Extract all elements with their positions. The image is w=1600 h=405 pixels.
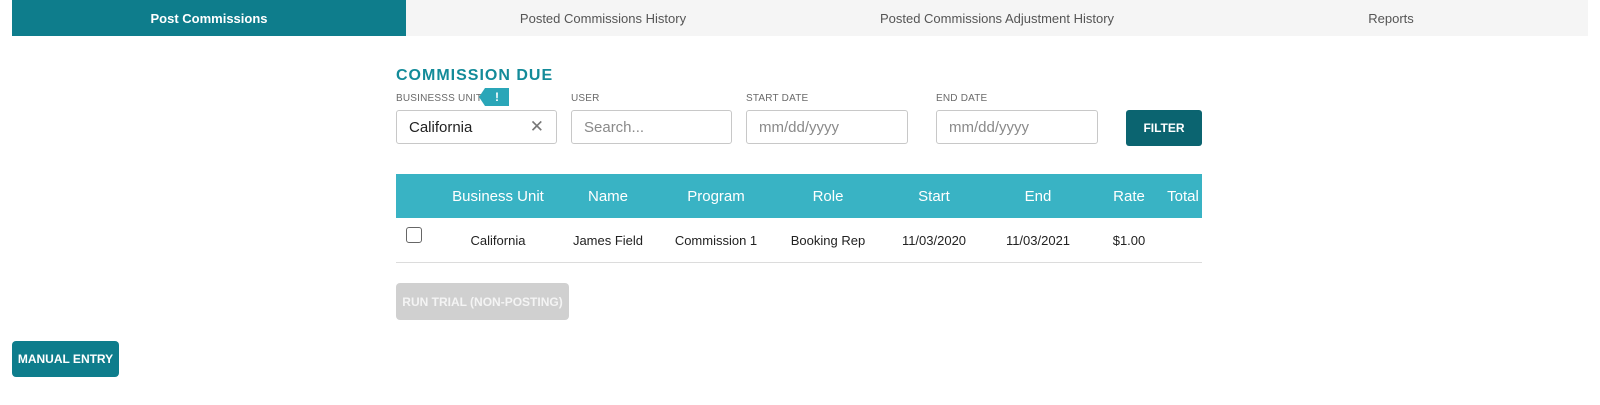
cell-name: James Field — [572, 232, 644, 248]
tab-post-commissions[interactable]: Post Commissions — [12, 0, 406, 36]
filter-button[interactable]: FILTER — [1126, 110, 1202, 146]
table-header: Business Unit Name Program Role Start En… — [396, 174, 1202, 218]
tab-bar: Post Commissions Posted Commissions Hist… — [12, 0, 1588, 36]
cell-rate: $1.00 — [1112, 232, 1146, 248]
section-title: COMMISSION DUE — [396, 67, 554, 84]
user-search-placeholder: Search... — [584, 118, 645, 136]
business-unit-select[interactable]: California ✕ — [396, 110, 557, 144]
header-name: Name — [587, 187, 628, 205]
cell-business-unit: California — [470, 232, 526, 248]
header-total: Total — [1167, 187, 1199, 205]
end-date-input[interactable]: mm/dd/yyyy — [936, 110, 1098, 144]
tab-reports[interactable]: Reports — [1194, 0, 1588, 36]
end-date-placeholder: mm/dd/yyyy — [949, 118, 1030, 136]
tab-posted-commissions-history[interactable]: Posted Commissions History — [406, 0, 800, 36]
header-program: Program — [687, 187, 745, 205]
run-trial-button[interactable]: RUN TRIAL (NON-POSTING) — [396, 283, 569, 320]
user-search-input[interactable]: Search... — [571, 110, 732, 144]
commission-table: Business Unit Name Program Role Start En… — [396, 174, 1202, 263]
header-end: End — [1024, 187, 1052, 205]
cell-end: 11/03/2021 — [1005, 232, 1071, 248]
close-icon[interactable]: ✕ — [530, 117, 544, 137]
header-rate: Rate — [1113, 187, 1145, 205]
cell-start: 11/03/2020 — [901, 232, 967, 248]
start-date-label: START DATE — [746, 93, 809, 104]
row-checkbox[interactable] — [406, 227, 422, 243]
end-date-label: END DATE — [936, 93, 988, 104]
header-start: Start — [918, 187, 950, 205]
cell-role: Booking Rep — [790, 232, 866, 248]
manual-entry-button[interactable]: MANUAL ENTRY — [12, 341, 119, 377]
tab-posted-commissions-adjustment-history[interactable]: Posted Commissions Adjustment History — [800, 0, 1194, 36]
start-date-input[interactable]: mm/dd/yyyy — [746, 110, 908, 144]
user-label: USER — [571, 93, 600, 104]
header-role: Role — [812, 187, 844, 205]
business-unit-value: California — [409, 118, 473, 136]
warning-badge: ! — [479, 88, 509, 106]
table-row: California James Field Commission 1 Book… — [396, 218, 1202, 263]
start-date-placeholder: mm/dd/yyyy — [759, 118, 840, 136]
row-select-cell — [396, 227, 442, 243]
business-unit-label: BUSINESSS UNIT — [396, 93, 483, 104]
header-business-unit: Business Unit — [452, 187, 544, 205]
cell-program: Commission 1 — [674, 232, 758, 248]
